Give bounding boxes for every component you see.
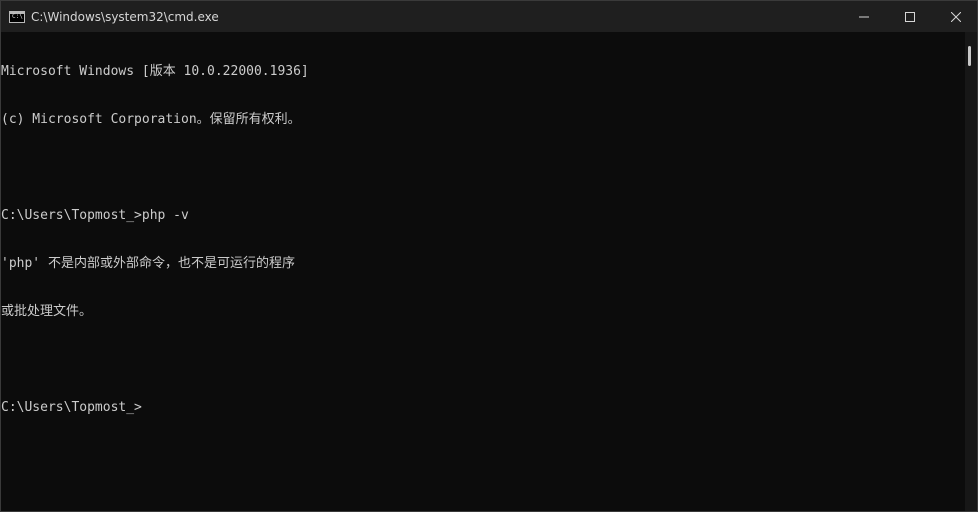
console-line-blank [1,160,965,176]
close-icon [951,11,961,22]
console-line-copyright: (c) Microsoft Corporation。保留所有权利。 [1,112,301,127]
console-line-command: C:\Users\Topmost_>php -v [1,208,189,223]
title-bar[interactable]: C:\ C:\Windows\system32\cmd.exe [1,1,977,32]
console-prompt[interactable]: C:\Users\Topmost_> [1,400,965,416]
cmd-window: C:\ C:\Windows\system32\cmd.exe Microsof… [0,0,978,512]
maximize-button[interactable] [889,1,931,32]
console-line-error-cont: 或批处理文件。 [1,304,93,319]
vertical-scrollbar[interactable] [965,32,977,511]
console-line-error: 'php' 不是内部或外部命令，也不是可运行的程序 [1,256,295,271]
window-title: C:\Windows\system32\cmd.exe [31,9,219,24]
console-icon-glyph: C:\ [12,12,23,20]
minimize-icon [859,16,869,17]
console-line-blank [1,352,965,368]
scrollbar-thumb[interactable] [968,46,971,66]
console-icon[interactable]: C:\ [9,10,25,23]
maximize-icon [905,11,915,22]
console-line-version: Microsoft Windows [版本 10.0.22000.1936] [1,64,309,79]
minimize-button[interactable] [843,1,885,32]
close-button[interactable] [935,1,977,32]
console-output[interactable]: Microsoft Windows [版本 10.0.22000.1936] (… [1,32,965,511]
